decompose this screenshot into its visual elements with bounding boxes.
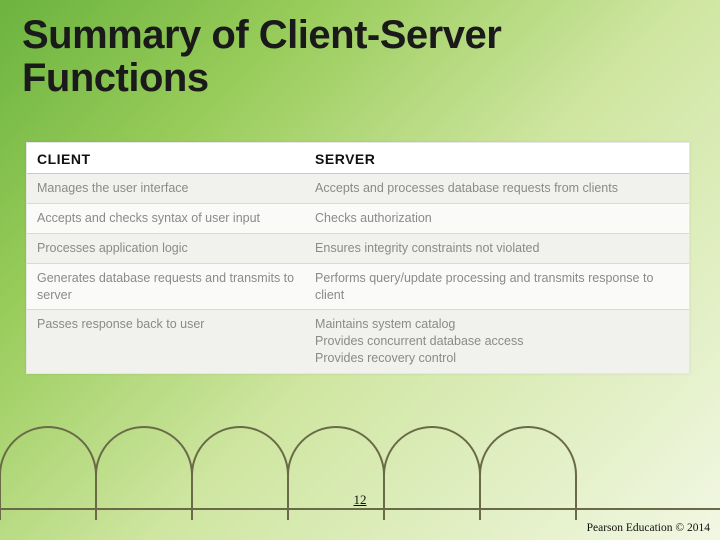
cell-client: Accepts and checks syntax of user input (27, 203, 305, 233)
table-row: Passes response back to user Maintains s… (27, 310, 689, 373)
title-line-2: Functions (22, 56, 209, 100)
cell-server: Checks authorization (305, 203, 689, 233)
cell-server: Maintains system catalogProvides concurr… (305, 310, 689, 373)
table: CLIENT SERVER Manages the user interface… (27, 143, 689, 373)
table-row: Processes application logic Ensures inte… (27, 233, 689, 263)
cell-client: Manages the user interface (27, 174, 305, 204)
cell-server: Accepts and processes database requests … (305, 174, 689, 204)
functions-table: CLIENT SERVER Manages the user interface… (26, 142, 690, 374)
cell-client: Passes response back to user (27, 310, 305, 373)
title-line-1: Summary of Client-Server (22, 13, 501, 57)
header-server: SERVER (305, 143, 689, 174)
slide: Summary of Client-Server Functions CLIEN… (0, 0, 720, 540)
cell-client: Generates database requests and transmit… (27, 263, 305, 310)
cell-server: Ensures integrity constraints not violat… (305, 233, 689, 263)
table-header-row: CLIENT SERVER (27, 143, 689, 174)
table-row: Accepts and checks syntax of user input … (27, 203, 689, 233)
page-number: 12 (0, 492, 720, 508)
copyright: Pearson Education © 2014 (587, 522, 710, 534)
table-row: Generates database requests and transmit… (27, 263, 689, 310)
header-client: CLIENT (27, 143, 305, 174)
cell-client: Processes application logic (27, 233, 305, 263)
page-title: Summary of Client-Server Functions (0, 0, 720, 100)
cell-server: Performs query/update processing and tra… (305, 263, 689, 310)
table-row: Manages the user interface Accepts and p… (27, 174, 689, 204)
